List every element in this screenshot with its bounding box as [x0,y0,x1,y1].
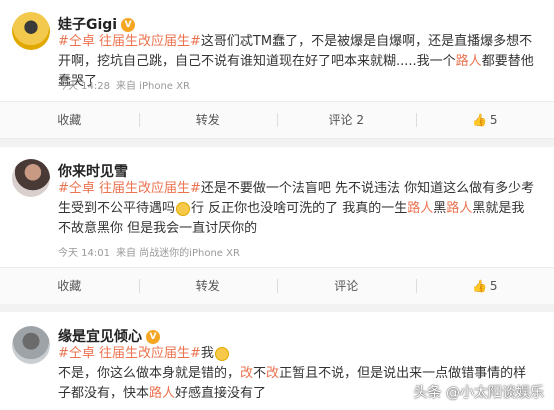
hashtag-link[interactable]: #仝卓 往届生改应届生# [58,34,201,49]
post-meta: 今天 14:01 来自 尚战迷你的iPhone XR [58,248,240,259]
divider [0,304,554,312]
divider [0,139,554,147]
avatar[interactable] [12,326,50,364]
collect-button[interactable]: 收藏 [0,268,139,304]
avatar[interactable] [12,12,50,50]
comment-button[interactable]: 评论 [277,268,416,304]
avatar[interactable] [12,159,50,197]
like-button[interactable]: 👍 5 [415,102,554,138]
highlight-word: 改 [266,366,280,381]
post-1: 娃子Gigi V #仝卓 往届生改应届生#这哥们忒TM蠢了，不是被爆是自爆啊，还是… [0,0,554,140]
highlight-word: 路人 [149,386,176,401]
post-meta: 今天 14:28 来自 iPhone XR [58,81,190,92]
smile-emoji-icon [176,201,191,216]
username[interactable]: 娃子Gigi V [58,14,136,34]
repost-button[interactable]: 转发 [138,268,278,304]
hashtag-link[interactable]: #仝卓 往届生改应届生# [58,181,201,196]
comment-button[interactable]: 评论 2 [277,102,416,138]
thumb-up-icon: 👍 [471,279,487,293]
vip-badge-icon: V [146,330,160,344]
repost-button[interactable]: 转发 [138,102,278,138]
vip-badge-icon: V [121,18,136,32]
username[interactable]: 你来时见雪 [58,161,128,181]
highlight-word: 改 [240,366,254,381]
hashtag-link[interactable]: #仝卓 往届生改应届生# [58,346,201,361]
highlight-word: 路人 [455,54,482,69]
smile-emoji-icon [214,346,229,361]
like-button[interactable]: 👍 5 [415,268,554,304]
action-bar: 收藏 转发 评论 2 👍 5 [0,101,554,139]
username[interactable]: 缘是宜见倾心 V [58,326,160,346]
highlight-word: 路人 [407,201,434,216]
post-content: #仝卓 往届生改应届生#还是不要做一个法盲吧 先不说违法 你知道这么做有多少考生… [58,181,535,236]
post-2: 你来时见雪 #仝卓 往届生改应届生#还是不要做一个法盲吧 先不说违法 你知道这么… [0,147,554,305]
action-bar: 收藏 转发 评论 👍 5 [0,267,554,305]
watermark: 头条 @小太阳谈娱乐 [413,385,544,401]
thumb-up-icon: 👍 [471,113,487,127]
collect-button[interactable]: 收藏 [0,102,139,138]
highlight-word: 路人 [446,201,473,216]
